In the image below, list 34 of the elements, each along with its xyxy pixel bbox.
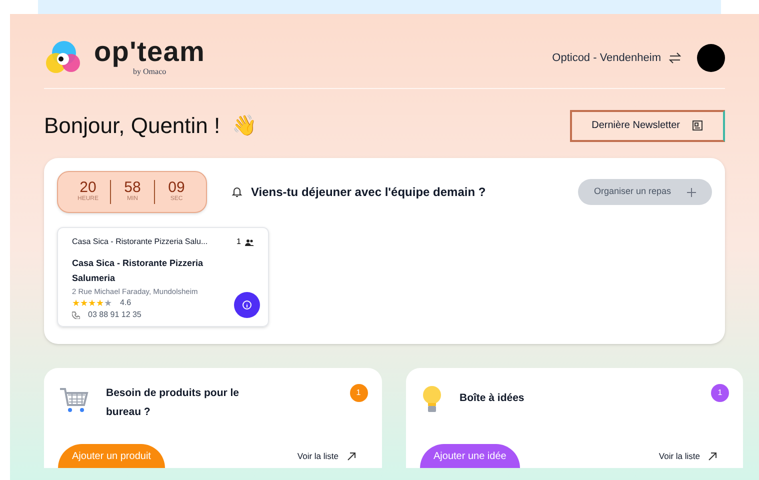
greeting: Bonjour, Quentin ! [44,112,220,140]
external-arrow-icon [346,452,356,460]
view-list-link[interactable]: Voir la liste [658,450,717,462]
info-icon [242,300,252,310]
card-title: Besoin de produits pour le bureau ? [106,386,240,420]
countdown-value: 20 [80,180,96,195]
rating-value: 4.6 [120,297,132,310]
brand-subtitle: by Omaco [133,67,166,78]
brand-name: op'team [94,38,206,66]
restaurant-name: Casa Sica - Ristorante Pizzeria Salumeria [72,257,204,285]
card-title: Boîte à idées [460,391,526,406]
avatar[interactable] [697,44,725,72]
phone-icon [72,311,80,320]
bell-icon [231,186,243,198]
people-icon [245,238,254,246]
count-badge: 1 [711,384,729,402]
participant-count: 1 [236,236,241,248]
restaurant-header: Casa Sica - Ristorante Pizzeria Salu... [72,236,208,248]
star-rating: ★★★★★ [72,298,112,308]
info-button[interactable] [234,292,260,318]
lunch-question: Viens-tu déjeuner avec l'équipe demain ? [251,184,486,201]
plus-icon [687,188,696,196]
count-badge: 1 [350,384,368,402]
restaurant-phone: 03 88 91 12 35 [88,309,142,322]
countdown-value: 58 [124,180,141,195]
view-list-link[interactable]: Voir la liste [297,450,356,462]
countdown-value: 09 [168,180,185,195]
swap-icon [669,52,681,64]
external-arrow-icon [708,452,717,460]
add-button[interactable]: Ajouter une idée [420,444,520,468]
newspaper-icon [692,120,703,131]
waving-hand-emoji: 👋 [232,114,258,138]
site-switcher[interactable]: Opticod - Vendenheim [552,50,681,66]
newsletter-button[interactable]: Dernière Newsletter [570,110,725,142]
